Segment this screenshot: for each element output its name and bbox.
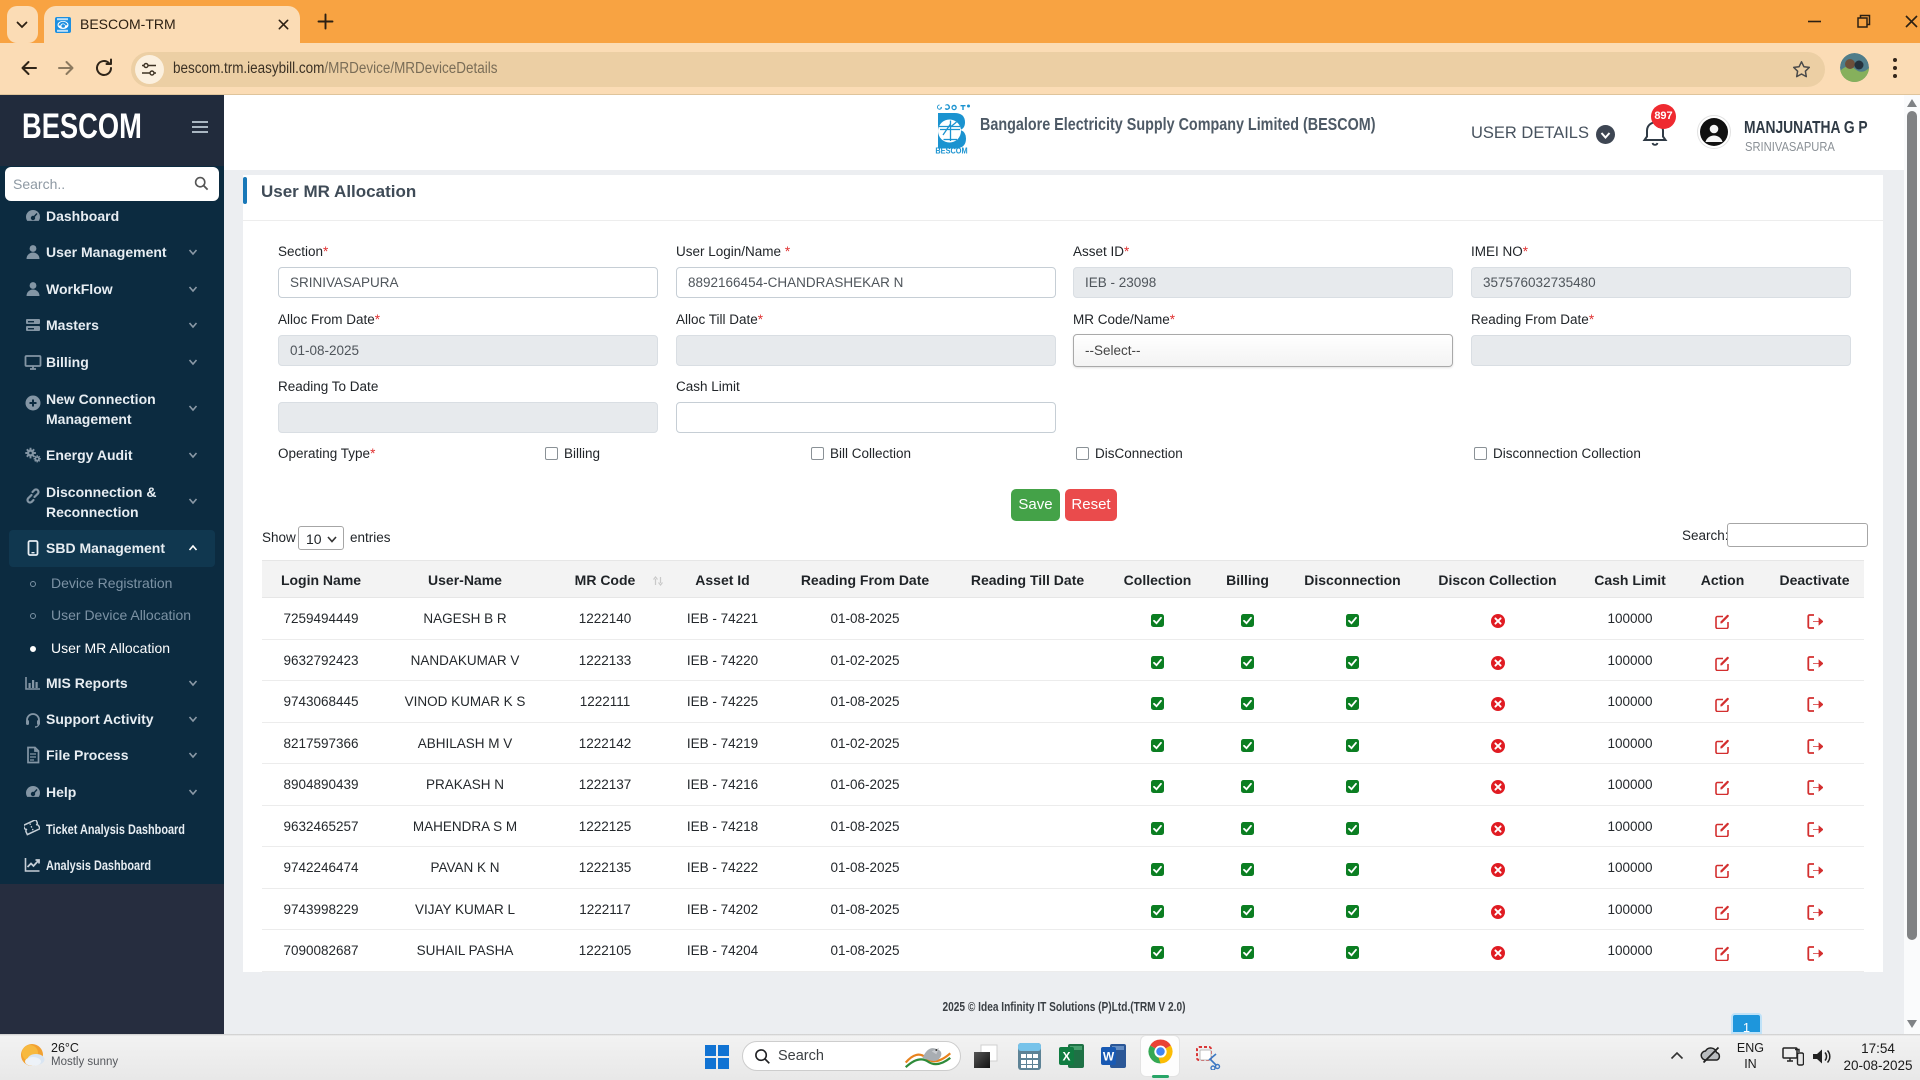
svg-text:BESCOM: BESCOM xyxy=(935,146,967,155)
svg-text:W: W xyxy=(1103,1050,1115,1064)
svg-text:X: X xyxy=(1062,1050,1070,1064)
